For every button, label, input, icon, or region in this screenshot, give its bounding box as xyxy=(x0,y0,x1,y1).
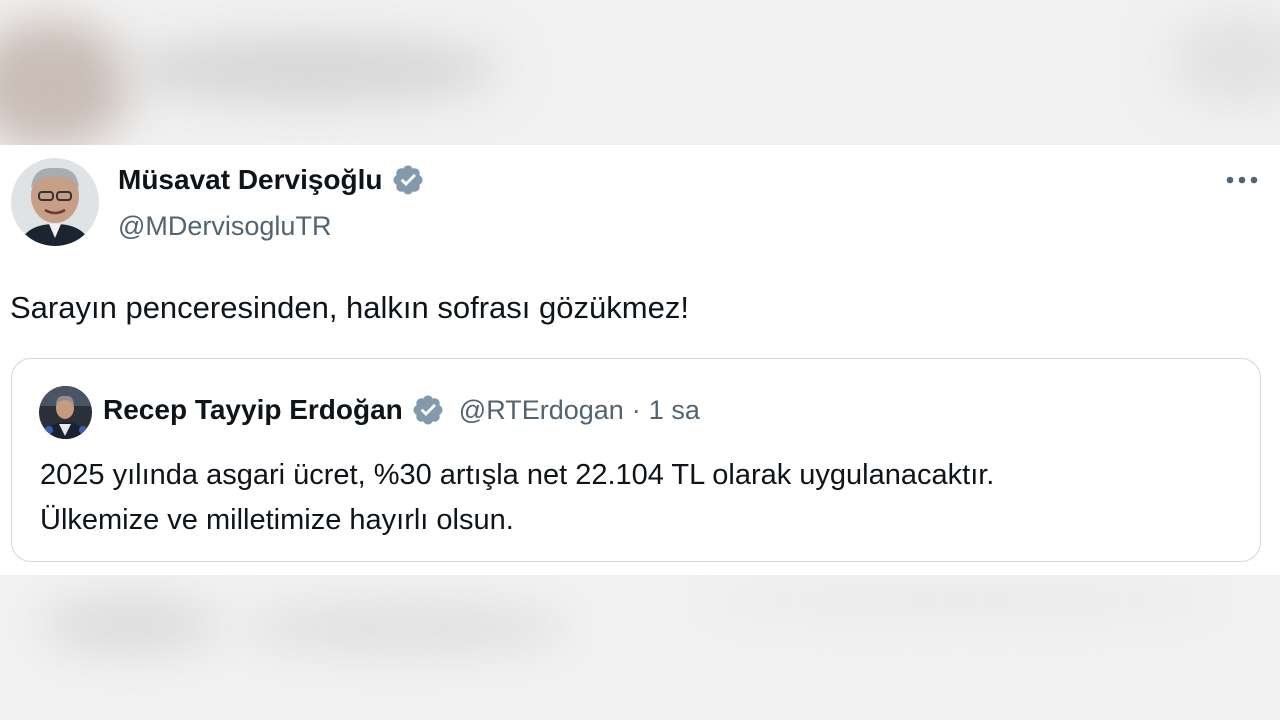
author-handle[interactable]: @MDervisogluTR xyxy=(118,211,331,242)
quoted-author-name[interactable]: Recep Tayyip Erdoğan xyxy=(103,394,403,426)
more-horizontal-icon xyxy=(1226,176,1258,184)
verified-badge-icon[interactable] xyxy=(411,393,445,427)
author-avatar[interactable] xyxy=(11,158,99,246)
quoted-author-avatar[interactable] xyxy=(39,386,92,439)
quoted-tweet-text: 2025 yılında asgari ücret, %30 artışla n… xyxy=(40,453,994,543)
blurred-background-bottom xyxy=(0,575,1280,720)
blurred-background-top xyxy=(0,0,1280,145)
author-name[interactable]: Müsavat Dervişoğlu xyxy=(118,164,383,196)
verified-badge-icon[interactable] xyxy=(391,163,425,197)
quoted-tweet-text-line: Ülkemize ve milletimize hayırlı olsun. xyxy=(40,504,514,536)
more-options-button[interactable] xyxy=(1222,165,1262,195)
tweet-card[interactable]: Müsavat Dervişoğlu @MDervisogluTR Sarayı… xyxy=(0,145,1280,575)
quoted-tweet[interactable]: Recep Tayyip Erdoğan @RTErdogan · 1 sa 2… xyxy=(11,358,1261,562)
quoted-tweet-text-line: 2025 yılında asgari ücret, %30 artışla n… xyxy=(40,459,995,491)
screenshot-stage: Müsavat Dervişoğlu @MDervisogluTR Sarayı… xyxy=(0,0,1280,720)
blurred-shape xyxy=(700,580,1220,620)
author-name-row[interactable]: Müsavat Dervişoğlu xyxy=(118,163,425,197)
blurred-shape xyxy=(40,595,220,655)
tweet-text: Sarayın penceresinden, halkın sofrası gö… xyxy=(10,290,689,325)
blurred-shape xyxy=(0,20,130,145)
quoted-tweet-timestamp[interactable]: 1 sa xyxy=(649,395,700,426)
blurred-shape xyxy=(240,600,570,655)
quoted-author-handle[interactable]: @RTErdogan xyxy=(459,395,624,426)
blurred-shape xyxy=(120,35,500,105)
quoted-tweet-header: Recep Tayyip Erdoğan @RTErdogan · 1 sa xyxy=(103,393,700,427)
blurred-shape xyxy=(1170,15,1280,105)
separator-dot: · xyxy=(631,394,641,425)
